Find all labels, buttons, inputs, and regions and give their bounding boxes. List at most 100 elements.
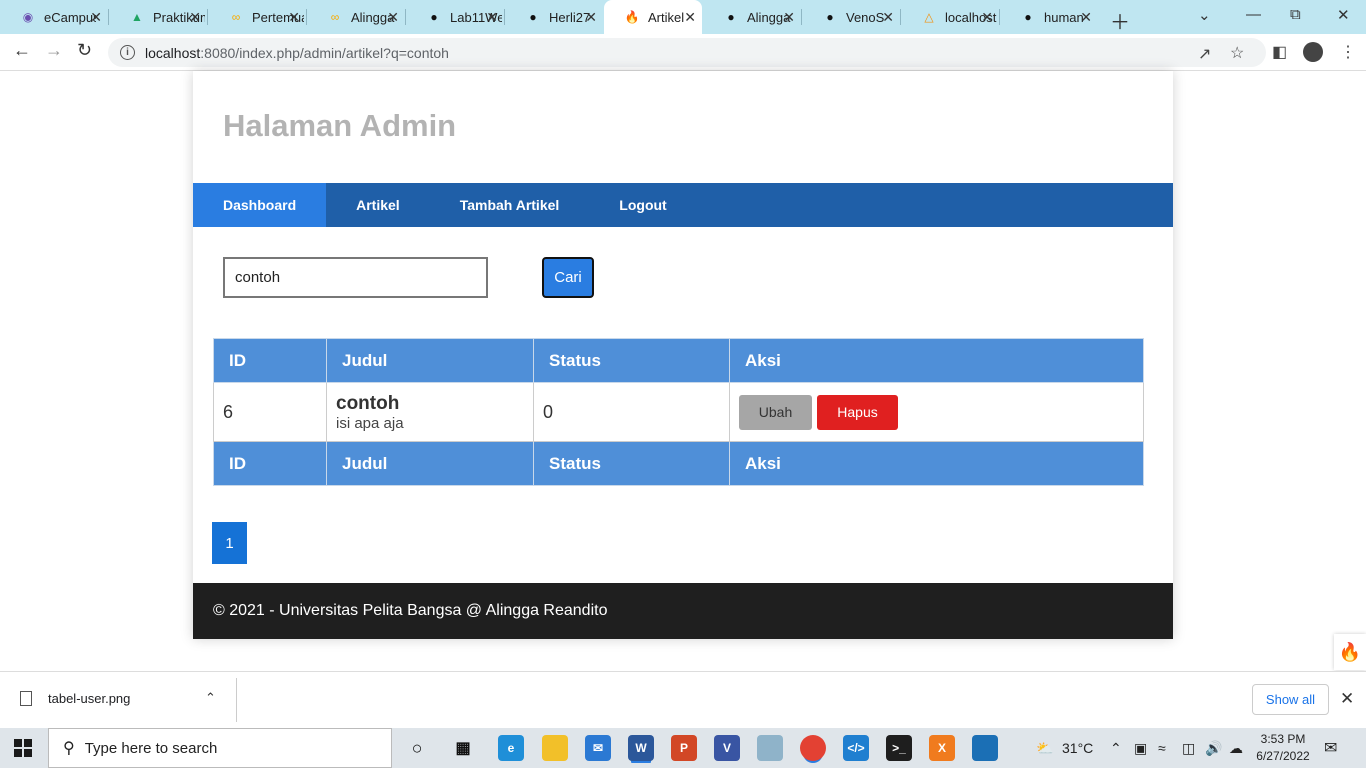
- meet-now-icon[interactable]: ▣: [1134, 740, 1147, 757]
- bookmark-star-icon[interactable]: ☆: [1230, 43, 1244, 63]
- chevron-up-icon[interactable]: ⌃: [1110, 740, 1122, 757]
- close-icon[interactable]: ✕: [90, 9, 102, 26]
- search-button[interactable]: Cari: [542, 257, 594, 298]
- nav-logout[interactable]: Logout: [589, 183, 696, 227]
- nav-dashboard[interactable]: Dashboard: [193, 183, 327, 227]
- site-info-icon[interactable]: i: [120, 45, 135, 60]
- url-host: localhost: [145, 44, 201, 61]
- browser-tab[interactable]: ● human ✕: [1000, 0, 1098, 34]
- close-icon[interactable]: ✕: [189, 9, 201, 26]
- close-icon[interactable]: ✕: [684, 9, 696, 26]
- app-icon[interactable]: [757, 735, 783, 761]
- task-view-icon[interactable]: ▦: [450, 735, 476, 761]
- delete-button[interactable]: Hapus: [817, 394, 898, 430]
- url-path: :8080/index.php/admin/artikel?q=contoh: [200, 44, 449, 61]
- reload-icon[interactable]: ↻: [77, 40, 92, 61]
- cell-id: 6: [213, 382, 327, 442]
- github-icon: ●: [529, 10, 537, 24]
- browser-tab[interactable]: ● Alingga ✕: [703, 0, 801, 34]
- battery-icon[interactable]: ◫: [1182, 740, 1195, 757]
- show-all-button[interactable]: Show all: [1252, 684, 1329, 715]
- forward-icon[interactable]: →: [45, 40, 63, 61]
- pagination-page-1[interactable]: 1: [212, 522, 247, 564]
- colab-icon: ∞: [231, 10, 241, 24]
- nav-tambah-artikel[interactable]: Tambah Artikel: [430, 183, 590, 227]
- close-icon[interactable]: ✕: [981, 9, 993, 26]
- taskbar-search-box[interactable]: ⚲ Type here to search: [48, 728, 392, 768]
- close-icon[interactable]: ✕: [1340, 689, 1354, 709]
- close-icon[interactable]: ✕: [288, 9, 300, 26]
- browser-tab[interactable]: ● Lab11Web ✕: [406, 0, 504, 34]
- new-tab-icon[interactable]: ＋: [1110, 6, 1130, 35]
- close-icon[interactable]: ✕: [783, 9, 795, 26]
- github-icon: ●: [826, 10, 834, 24]
- edge-icon[interactable]: e: [498, 735, 524, 761]
- wifi-icon[interactable]: ≈: [1158, 740, 1166, 756]
- browser-tab[interactable]: ● VenoS ✕: [802, 0, 900, 34]
- mail-icon[interactable]: ✉: [585, 735, 611, 761]
- profile-avatar[interactable]: [1303, 42, 1323, 62]
- article-excerpt: isi apa aja: [336, 414, 404, 432]
- column-header-judul: Judul: [326, 338, 534, 383]
- cortana-icon[interactable]: ○: [404, 735, 430, 761]
- weather-icon[interactable]: ⛅: [1036, 740, 1053, 757]
- download-bar: tabel-user.png ⌃ Show all ✕: [0, 671, 1366, 728]
- colab-icon: ∞: [330, 10, 340, 24]
- windows-start-icon[interactable]: [14, 739, 32, 757]
- share-icon[interactable]: ↗: [1198, 44, 1211, 64]
- github-icon: ●: [1024, 10, 1032, 24]
- clock-date: 6/27/2022: [1256, 749, 1310, 763]
- chevron-up-icon[interactable]: ⌃: [205, 690, 216, 706]
- restore-icon[interactable]: ⧉: [1290, 6, 1301, 23]
- onedrive-icon[interactable]: ☁: [1229, 740, 1243, 757]
- close-icon[interactable]: ✕: [882, 9, 894, 26]
- tab-label: eCampus: [44, 9, 96, 25]
- xampp-icon[interactable]: X: [929, 735, 955, 761]
- taskbar-clock[interactable]: 3:53 PM 6/27/2022: [1252, 731, 1314, 765]
- browser-tab[interactable]: ∞ Pertemuan ✕: [208, 0, 306, 34]
- search-input[interactable]: [223, 257, 488, 298]
- browser-tab[interactable]: ▲ Praktikum ✕: [109, 0, 207, 34]
- nav-artikel[interactable]: Artikel: [326, 183, 430, 227]
- taskbar-search-placeholder: Type here to search: [84, 739, 218, 757]
- chrome-icon[interactable]: [800, 735, 826, 761]
- file-explorer-icon[interactable]: [542, 735, 568, 761]
- edit-button[interactable]: Ubah: [739, 394, 812, 430]
- fire-icon: 🔥: [624, 10, 640, 24]
- site-footer: © 2021 - Universitas Pelita Bangsa @ Ali…: [193, 583, 1173, 639]
- site-header: Halaman Admin: [193, 71, 1173, 183]
- word-icon[interactable]: W: [628, 735, 654, 761]
- volume-icon[interactable]: 🔊: [1205, 740, 1222, 757]
- menu-icon[interactable]: ⋮: [1340, 42, 1356, 62]
- browser-tab-strip: ◉ eCampus ✕ ▲ Praktikum ✕ ∞ Pertemuan ✕ …: [0, 0, 1366, 34]
- temperature-label[interactable]: 31°C: [1062, 740, 1093, 756]
- address-bar[interactable]: i localhost:8080/index.php/admin/artikel…: [108, 38, 1266, 67]
- browser-tab[interactable]: ∞ Alingga ✕: [307, 0, 405, 34]
- browser-tab[interactable]: △ localhost ✕: [901, 0, 999, 34]
- close-icon[interactable]: ✕: [585, 9, 597, 26]
- column-footer-id: ID: [213, 441, 327, 486]
- vscode-icon[interactable]: </>: [843, 735, 869, 761]
- powerpoint-icon[interactable]: P: [671, 735, 697, 761]
- notification-icon[interactable]: ✉: [1324, 738, 1337, 758]
- browser-tab[interactable]: ● Herli27 ✕: [505, 0, 603, 34]
- debug-toolbar-fire-icon[interactable]: 🔥: [1334, 634, 1366, 670]
- column-header-status: Status: [533, 338, 730, 383]
- close-icon[interactable]: ✕: [486, 9, 498, 26]
- tab-search-icon[interactable]: ⌄: [1198, 6, 1211, 24]
- photos-icon[interactable]: [972, 735, 998, 761]
- back-icon[interactable]: ←: [13, 40, 31, 61]
- browser-tab-active[interactable]: 🔥 Artikel ✕: [604, 0, 702, 34]
- terminal-icon[interactable]: >_: [886, 735, 912, 761]
- close-icon[interactable]: ✕: [387, 9, 399, 26]
- visio-icon[interactable]: V: [714, 735, 740, 761]
- column-header-id: ID: [213, 338, 327, 383]
- browser-tab[interactable]: ◉ eCampus ✕: [0, 0, 108, 34]
- main-nav: Dashboard Artikel Tambah Artikel Logout: [193, 183, 1173, 227]
- close-window-icon[interactable]: ✕: [1337, 6, 1350, 24]
- close-icon[interactable]: ✕: [1080, 9, 1092, 26]
- minimize-icon[interactable]: —: [1246, 6, 1261, 23]
- side-panel-icon[interactable]: ◧: [1272, 42, 1287, 62]
- download-item[interactable]: tabel-user.png: [20, 691, 130, 706]
- article-title: contoh: [336, 392, 400, 414]
